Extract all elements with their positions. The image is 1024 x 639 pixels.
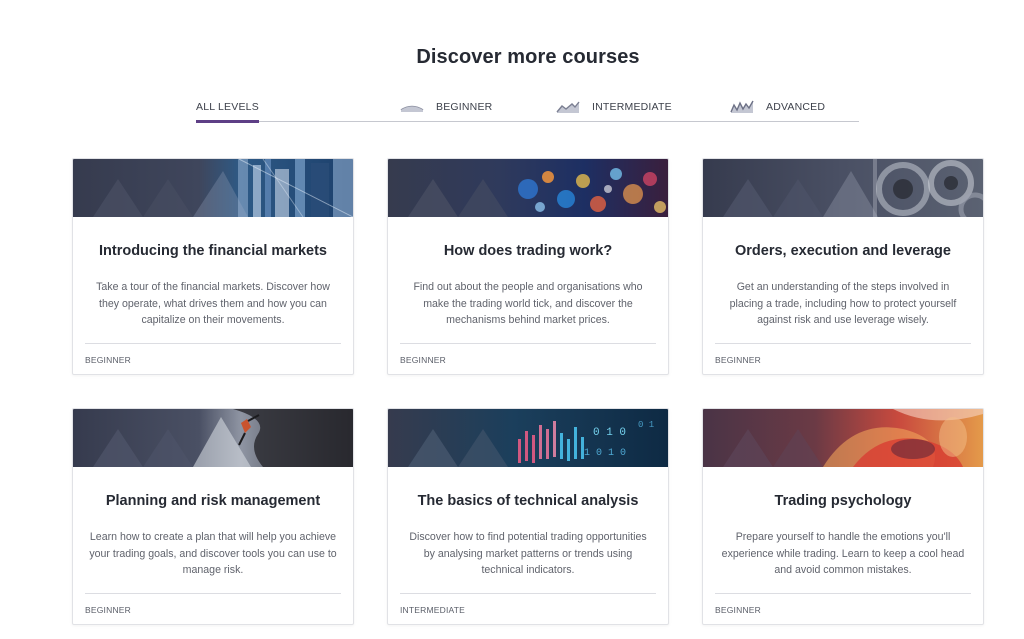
tab-all-levels[interactable]: ALL LEVELS: [196, 92, 259, 123]
card-divider: [85, 343, 341, 344]
card-divider: [85, 593, 341, 594]
course-title[interactable]: Orders, execution and leverage: [713, 243, 973, 259]
intermediate-trend-icon: [556, 100, 580, 114]
card-divider: [715, 343, 971, 344]
level-filter-tabs: ALL LEVELS BEGINNER INTERMEDIATE ADVANCE…: [196, 92, 859, 123]
course-description: Take a tour of the financial markets. Di…: [96, 281, 330, 326]
tab-intermediate-label: INTERMEDIATE: [592, 100, 672, 113]
course-image-market-lights: [388, 159, 668, 217]
course-image-climber: [73, 409, 353, 467]
course-card[interactable]: How does trading work? Find out about th…: [387, 158, 669, 375]
tab-intermediate[interactable]: INTERMEDIATE: [556, 92, 672, 121]
course-level-label: BEGINNER: [85, 355, 131, 365]
course-card[interactable]: Introducing the financial markets Take a…: [72, 158, 354, 375]
card-divider: [400, 593, 656, 594]
course-description: Prepare yourself to handle the emotions …: [721, 531, 965, 576]
tab-advanced[interactable]: ADVANCED: [730, 92, 825, 121]
course-level-label: INTERMEDIATE: [400, 605, 466, 615]
beginner-wave-icon: [400, 100, 424, 114]
tab-advanced-label: ADVANCED: [766, 100, 826, 113]
svg-text:1 0 1 0: 1 0 1 0: [584, 448, 626, 459]
page-title: Discover more courses: [416, 46, 640, 68]
course-card[interactable]: Orders, execution and leverage Get an un…: [702, 158, 984, 375]
card-divider: [400, 343, 656, 344]
course-description: Find out about the people and organisati…: [413, 281, 643, 326]
svg-text:0 1 0: 0 1 0: [593, 427, 626, 439]
tab-all-levels-label: ALL LEVELS: [196, 100, 259, 113]
course-card[interactable]: Planning and risk management Learn how t…: [72, 408, 354, 625]
course-title[interactable]: Planning and risk management: [83, 493, 343, 509]
course-image-gears: [703, 159, 983, 217]
advanced-trend-icon: [730, 100, 754, 114]
course-title[interactable]: The basics of technical analysis: [398, 493, 658, 509]
course-title[interactable]: Introducing the financial markets: [83, 243, 343, 259]
course-card[interactable]: Trading psychology Prepare yourself to h…: [702, 408, 984, 625]
course-description: Discover how to find potential trading o…: [409, 531, 647, 576]
course-image-chart-data: 0 1 0 1 0 1 0 0 1: [388, 409, 668, 467]
svg-text:0 1: 0 1: [638, 420, 654, 430]
course-level-label: BEGINNER: [400, 355, 446, 365]
course-image-skyscrapers: [73, 159, 353, 217]
course-description: Learn how to create a plan that will hel…: [89, 531, 337, 576]
course-level-label: BEGINNER: [715, 355, 761, 365]
course-level-label: BEGINNER: [715, 605, 761, 615]
course-title[interactable]: Trading psychology: [713, 493, 973, 509]
tab-beginner-label: BEGINNER: [436, 100, 493, 113]
course-title[interactable]: How does trading work?: [398, 243, 658, 259]
tab-beginner[interactable]: BEGINNER: [400, 92, 492, 121]
card-divider: [715, 593, 971, 594]
course-level-label: BEGINNER: [85, 605, 131, 615]
course-description: Get an understanding of the steps involv…: [729, 281, 957, 326]
course-image-abstract-mind: [703, 409, 983, 467]
course-card[interactable]: 0 1 0 1 0 1 0 0 1 The basics of technica…: [387, 408, 669, 625]
